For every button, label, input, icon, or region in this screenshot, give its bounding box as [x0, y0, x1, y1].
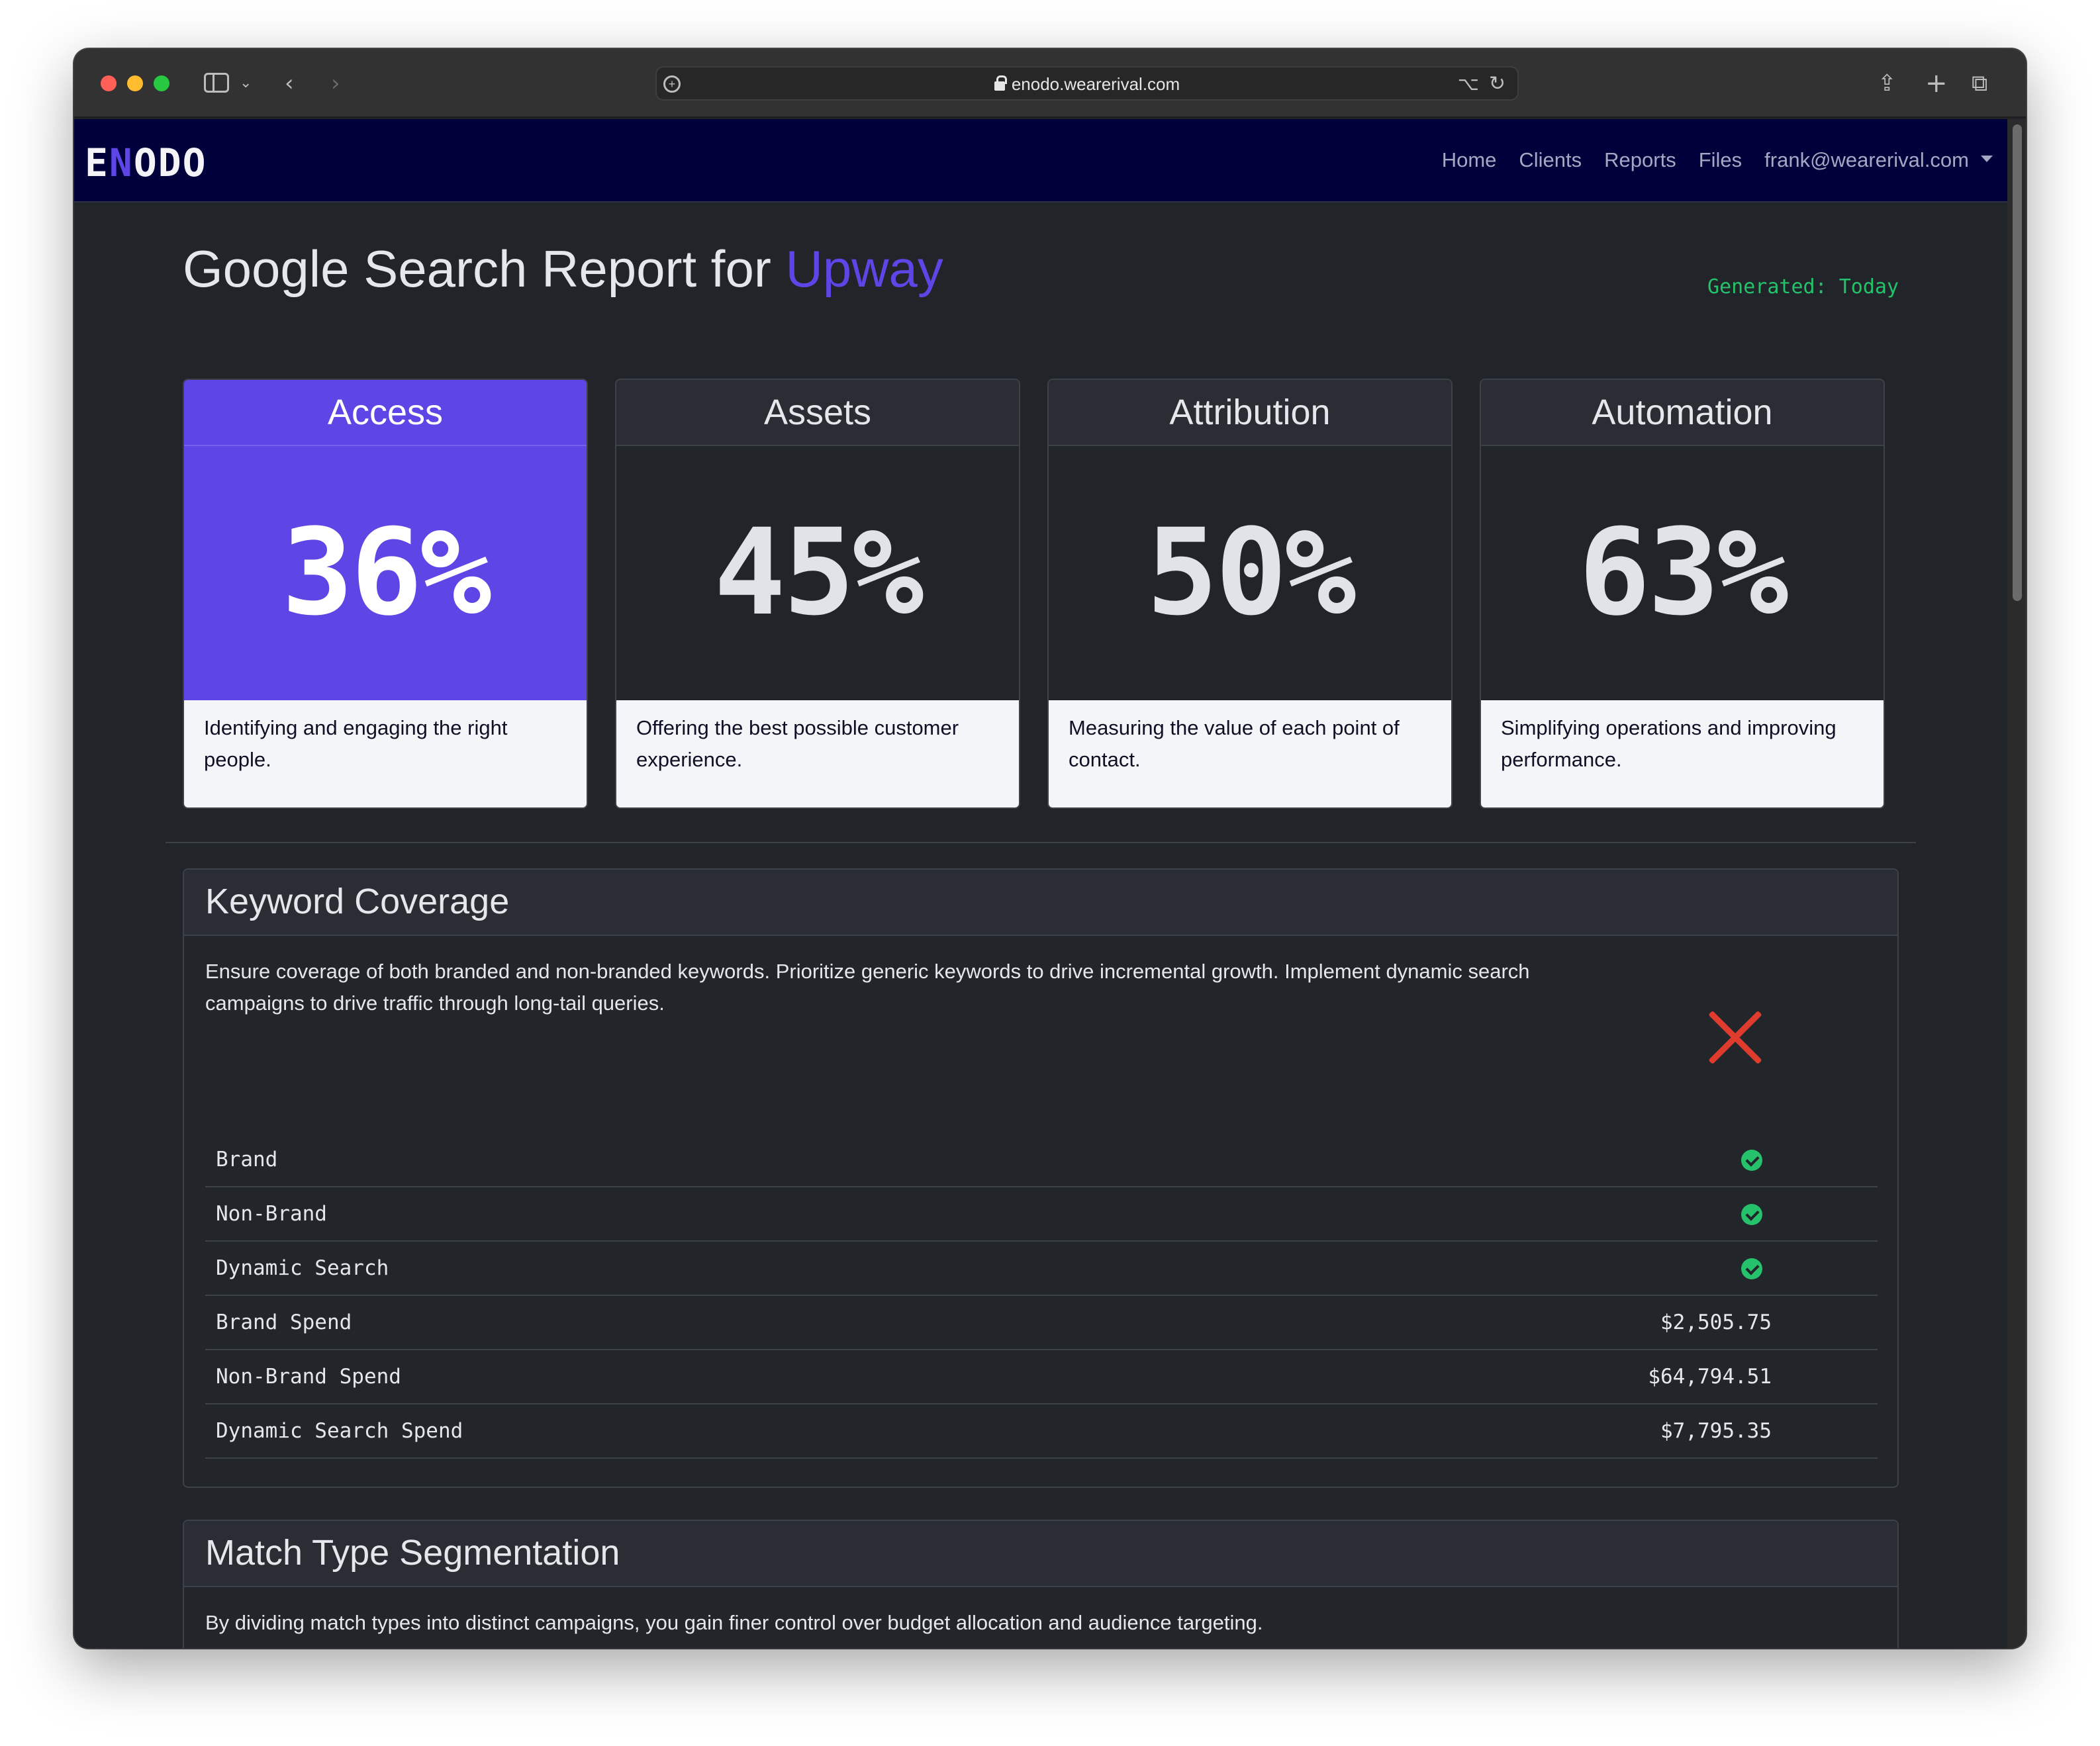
row-label: Dynamic Search	[216, 1256, 389, 1280]
caret-down-icon	[1981, 155, 1993, 162]
card-description: Measuring the value of each point of con…	[1049, 700, 1451, 807]
scrollbar[interactable]	[2007, 119, 2026, 1648]
score-cards: Access 36% Identifying and engaging the …	[183, 379, 1899, 809]
card-title: Attribution	[1049, 380, 1451, 446]
nav-link-clients[interactable]: Clients	[1519, 146, 1582, 175]
card-attribution[interactable]: Attribution 50% Measuring the value of e…	[1047, 379, 1453, 809]
section-description: By dividing match types into distinct ca…	[205, 1611, 1263, 1634]
user-email: frank@wearerival.com	[1764, 148, 1969, 171]
user-menu-dropdown[interactable]: frank@wearerival.com	[1764, 146, 1993, 175]
generated-date: Generated: Today	[1707, 275, 1899, 299]
row-label: Brand	[216, 1148, 278, 1172]
card-title: Automation	[1481, 380, 1884, 446]
row-label: Brand Spend	[216, 1310, 352, 1334]
new-tab-icon[interactable]: +	[1925, 66, 1948, 101]
card-score: 50%	[1146, 504, 1356, 642]
back-icon[interactable]: ‹	[285, 66, 294, 101]
check-circle-icon	[1741, 1258, 1762, 1279]
section-description: Ensure coverage of both branded and non-…	[205, 960, 1530, 1015]
card-description: Identifying and engaging the right peopl…	[184, 700, 587, 807]
card-title: Access	[184, 380, 587, 446]
section-title: Match Type Segmentation	[184, 1521, 1897, 1587]
minimize-window-button[interactable]	[127, 75, 143, 91]
table-row: Brand	[205, 1133, 1878, 1187]
client-name: Upway	[785, 240, 943, 298]
browser-window: ⌄ ‹ › + enodo.wearerival.com ⌥ ↻ ⇪ + ⧉ E…	[74, 49, 2026, 1648]
card-description: Offering the best possible customer expe…	[616, 700, 1019, 807]
card-access[interactable]: Access 36% Identifying and engaging the …	[183, 379, 588, 809]
scrollbar-thumb[interactable]	[2013, 124, 2022, 601]
close-window-button[interactable]	[101, 75, 117, 91]
table-row: Brand Spend $2,505.75	[205, 1296, 1878, 1350]
table-row: Non-Brand	[205, 1187, 1878, 1242]
check-circle-icon	[1741, 1204, 1762, 1225]
chevron-down-icon[interactable]: ⌄	[240, 66, 252, 101]
translate-icon[interactable]: ⌥	[1458, 68, 1479, 101]
nav-links: Home Clients Reports Files frank@weareri…	[1442, 146, 1993, 175]
nav-link-home[interactable]: Home	[1442, 146, 1497, 175]
browser-toolbar: ⌄ ‹ › + enodo.wearerival.com ⌥ ↻ ⇪ + ⧉	[74, 49, 2026, 118]
zoom-window-button[interactable]	[154, 75, 169, 91]
forward-icon[interactable]: ›	[331, 66, 340, 101]
address-url: enodo.wearerival.com	[657, 68, 1517, 101]
table-row: Dynamic Search	[205, 1242, 1878, 1296]
table-row: Non-Brand Spend $64,794.51	[205, 1350, 1878, 1404]
reload-icon[interactable]: ↻	[1489, 68, 1505, 101]
row-label: Non-Brand Spend	[216, 1365, 401, 1389]
card-title: Assets	[616, 380, 1019, 446]
keyword-table: Brand Non-Brand Dynamic Search Brand Spe…	[205, 1133, 1878, 1459]
check-circle-icon	[1741, 1150, 1762, 1171]
page-viewport: ENODO Home Clients Reports Files frank@w…	[74, 119, 2026, 1648]
table-row: Dynamic Search Spend $7,795.35	[205, 1404, 1878, 1459]
lock-icon	[994, 75, 1007, 91]
x-mark-icon	[1705, 1007, 1765, 1067]
card-score: 63%	[1578, 504, 1788, 642]
card-score: 36%	[184, 446, 587, 700]
row-label: Non-Brand	[216, 1202, 327, 1226]
keyword-coverage-section: Keyword Coverage Ensure coverage of both…	[183, 868, 1899, 1488]
row-value: $64,794.51	[1648, 1365, 1772, 1389]
card-description: Simplifying operations and improving per…	[1481, 700, 1884, 807]
nav-link-reports[interactable]: Reports	[1604, 146, 1676, 175]
brand-logo[interactable]: ENODO	[85, 140, 207, 185]
tabs-overview-icon[interactable]: ⧉	[1972, 66, 1987, 101]
card-automation[interactable]: Automation 63% Simplifying operations an…	[1480, 379, 1885, 809]
row-value: $2,505.75	[1660, 1310, 1772, 1334]
section-title: Keyword Coverage	[184, 870, 1897, 936]
top-navbar: ENODO Home Clients Reports Files frank@w…	[74, 119, 2007, 203]
card-score: 45%	[714, 504, 924, 642]
sidebar-toggle-icon[interactable]	[204, 73, 229, 93]
match-type-section: Match Type Segmentation By dividing matc…	[183, 1520, 1899, 1648]
row-label: Dynamic Search Spend	[216, 1419, 463, 1443]
row-value: $7,795.35	[1660, 1419, 1772, 1443]
page-title: Google Search Report for Upway	[183, 236, 943, 302]
address-bar[interactable]: + enodo.wearerival.com ⌥ ↻	[655, 66, 1519, 101]
card-assets[interactable]: Assets 45% Offering the best possible cu…	[615, 379, 1020, 809]
share-icon[interactable]: ⇪	[1878, 66, 1897, 101]
nav-link-files[interactable]: Files	[1699, 146, 1742, 175]
title-prefix: Google Search Report for	[183, 240, 771, 298]
section-divider	[166, 842, 1916, 843]
